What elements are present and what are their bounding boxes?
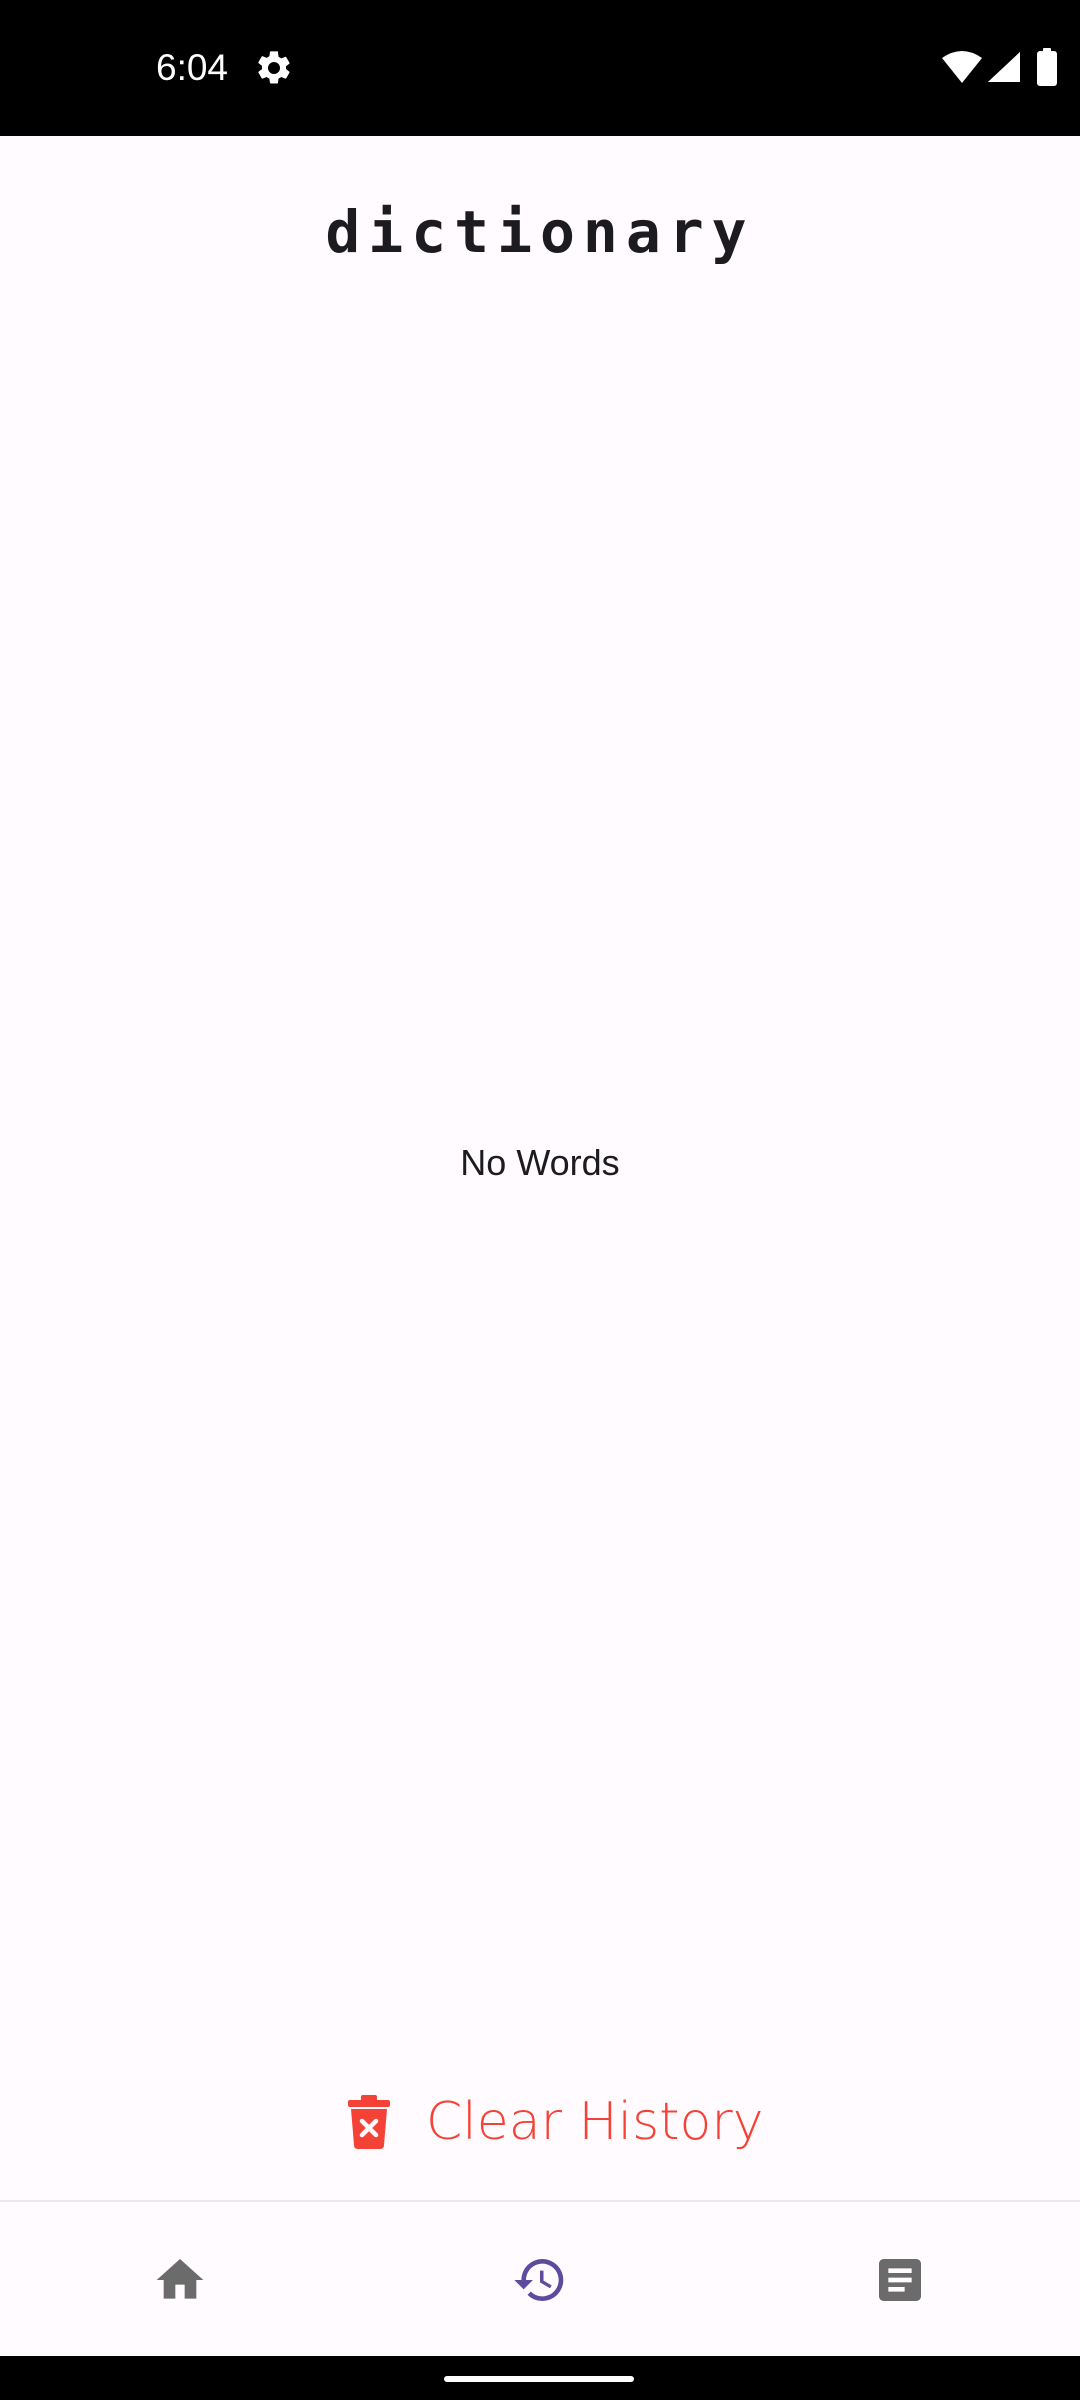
- home-gesture-handle[interactable]: [444, 2376, 634, 2382]
- history-screen: dictionary No Words Clear History: [0, 136, 1080, 2356]
- history-icon: [514, 2259, 564, 2302]
- battery-icon: [1037, 48, 1057, 86]
- notes-icon: [879, 2259, 921, 2301]
- gesture-navigation-bar: [0, 2356, 1080, 2400]
- trash-x-icon: [348, 2095, 390, 2149]
- nav-notes[interactable]: [720, 2202, 1080, 2358]
- clear-history-label: Clear History: [426, 2092, 764, 2152]
- signal-icon: [988, 52, 1020, 82]
- status-bar: 6:04: [0, 0, 1080, 136]
- status-time: 6:04: [156, 47, 229, 88]
- settings-icon: [258, 51, 290, 84]
- bottom-navigation: [0, 2200, 1080, 2356]
- home-icon: [156, 2259, 204, 2299]
- wifi-icon: [942, 51, 982, 83]
- empty-history-message: No Words: [460, 1142, 620, 1183]
- nav-history[interactable]: [360, 2202, 720, 2358]
- clear-history-button[interactable]: Clear History: [346, 2082, 764, 2162]
- app-title: dictionary: [325, 198, 755, 266]
- nav-home[interactable]: [0, 2202, 360, 2358]
